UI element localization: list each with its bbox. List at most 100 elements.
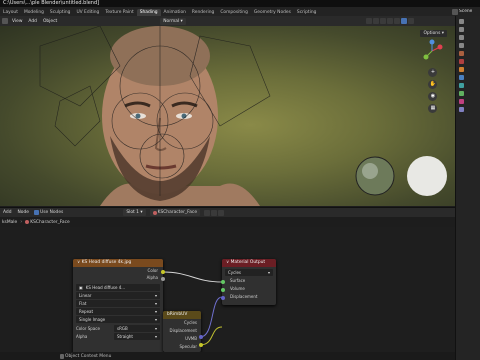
texture-icon[interactable] [459, 107, 464, 112]
tool-icon[interactable] [459, 19, 464, 24]
left-iris [135, 113, 141, 119]
pan-hand-icon[interactable]: ✋ [428, 80, 438, 89]
extension-dropdown[interactable]: Repeat ▾ [76, 308, 160, 315]
breadcrumb-object[interactable]: ksMale [2, 220, 17, 225]
constraint-icon[interactable] [459, 91, 464, 96]
output-target-dropdown[interactable]: Cycles ▾ [225, 269, 273, 276]
mouse-right-icon [60, 353, 64, 359]
editor-type-icon[interactable] [2, 18, 8, 24]
scene-label: Scene [459, 9, 473, 14]
rendered-shading-icon[interactable] [400, 18, 407, 24]
tab-layout[interactable]: Layout [0, 9, 21, 16]
orientation-dropdown[interactable]: Normal ▾ [160, 17, 186, 25]
solid-shading-icon[interactable] [386, 18, 393, 24]
group-row-cycles: Cycles [183, 320, 197, 325]
xray-icon[interactable] [372, 18, 379, 24]
breadcrumb: ksMale › KSCharacter_Face [0, 217, 300, 227]
workspace-tabs: Layout Modeling Sculpting UV Editing Tex… [0, 7, 410, 16]
output-color-label: Color [147, 268, 158, 273]
color-output-socket[interactable] [161, 270, 165, 274]
projection-dropdown[interactable]: Flat ▾ [76, 300, 160, 307]
world-icon[interactable] [459, 59, 464, 64]
collapse-chevron-icon[interactable]: ∨ [226, 260, 229, 265]
breadcrumb-chevron-icon: › [20, 219, 23, 225]
use-nodes-toggle[interactable]: Use Nodes [33, 210, 63, 215]
image-texture-node[interactable]: ∨ KS Head diffuse 4k.jpg Color Alpha ▣ K… [73, 259, 163, 352]
camera-icon[interactable]: ◉ [428, 92, 438, 101]
title-bar: C:\Users\...\ple Blender\untitled.blend] [0, 0, 480, 7]
breadcrumb-material[interactable]: KSCharacter_Face [30, 220, 69, 225]
window-title: C:\Users\...\ple Blender\untitled.blend] [3, 0, 100, 6]
output-node-header[interactable]: ∨ Material Output [222, 259, 276, 267]
tab-sculpting[interactable]: Sculpting [47, 9, 74, 16]
group-node[interactable]: bRimbUV Cycles Displacement UVMB Specula… [163, 311, 201, 352]
alpha-mode-dropdown[interactable]: Straight ▾ [114, 332, 160, 340]
group-output-socket[interactable] [199, 335, 203, 339]
material-output-node[interactable]: ∨ Material Output Cycles ▾ Surface Volume… [222, 259, 276, 305]
view-layer-icon[interactable] [459, 43, 464, 48]
menu-object[interactable]: Object [40, 18, 60, 25]
hdri-diffuse-sphere [407, 156, 447, 196]
output-icon[interactable] [459, 35, 464, 40]
unlink-x-icon[interactable] [218, 209, 225, 216]
tab-geometry-nodes[interactable]: Geometry Nodes [251, 9, 294, 16]
viewport-toggles [365, 18, 415, 24]
options-dropdown[interactable]: Options ▾ [420, 30, 447, 37]
viewport-scene [39, 26, 447, 206]
axis-gizmo-icon[interactable] [420, 39, 444, 63]
material-selector[interactable]: KSCharacter_Face [149, 209, 201, 216]
color-space-dropdown[interactable]: sRGB ▾ [114, 324, 160, 332]
duplicate-material-icon[interactable] [211, 209, 218, 216]
menu-add[interactable]: Add [25, 18, 40, 25]
scene-selector[interactable]: Scene [410, 7, 480, 16]
displacement-input-socket[interactable] [221, 296, 225, 300]
object-icon[interactable] [459, 67, 464, 72]
group-output-socket-2[interactable] [199, 343, 203, 347]
menu-view[interactable]: View [9, 18, 25, 25]
node-editor-canvas[interactable]: ∨ KS Head diffuse 4k.jpg Color Alpha ▣ K… [0, 227, 455, 352]
menu-node-add[interactable]: Add [0, 209, 15, 216]
viewport-header: View Add Object Normal ▾ [0, 16, 455, 26]
source-dropdown[interactable]: Single Image ▾ [76, 316, 160, 323]
wireframe-shading-icon[interactable] [379, 18, 386, 24]
material-shading-icon[interactable] [393, 18, 400, 24]
material-icon[interactable] [459, 99, 464, 104]
render-icon[interactable] [459, 27, 464, 32]
group-row-uvmb: UVMB [185, 336, 197, 341]
scene-icon[interactable] [459, 51, 464, 56]
perspective-grid-icon[interactable]: ▦ [428, 104, 438, 113]
overlay-icon[interactable] [365, 18, 372, 24]
tab-shading[interactable]: Shading [136, 8, 161, 16]
alpha-output-socket[interactable] [161, 277, 165, 281]
shading-options-icon[interactable] [407, 18, 414, 24]
tab-compositing[interactable]: Compositing [217, 9, 251, 16]
surface-input-socket[interactable] [221, 280, 225, 284]
image-selector[interactable]: ▣ KS Head diffuse 4... [76, 284, 160, 291]
material-sphere-icon [25, 220, 30, 224]
physics-icon[interactable] [459, 83, 464, 88]
orientation-value: Normal [163, 18, 180, 24]
viewport-3d[interactable]: Options ▾ + ✋ ◉ ▦ [0, 26, 455, 206]
tab-rendering[interactable]: Rendering [189, 9, 217, 16]
scene-icon [452, 8, 458, 15]
tab-animation[interactable]: Animation [161, 9, 189, 16]
material-actions [204, 209, 225, 216]
input-surface-label: Surface [230, 278, 246, 283]
menu-node-node[interactable]: Node [15, 209, 32, 216]
checkbox-checked-icon[interactable] [33, 210, 39, 215]
tab-uv-editing[interactable]: UV Editing [73, 9, 102, 16]
image-node-header[interactable]: ∨ KS Head diffuse 4k.jpg [73, 259, 163, 267]
tab-texture-paint[interactable]: Texture Paint [102, 9, 136, 16]
slot-dropdown[interactable]: Slot 1 ▾ [123, 209, 146, 216]
collapse-chevron-icon[interactable]: ∨ [77, 260, 80, 265]
zoom-icon[interactable]: + [428, 68, 438, 77]
interpolation-dropdown[interactable]: Linear ▾ [76, 292, 160, 299]
tab-modeling[interactable]: Modeling [21, 9, 47, 16]
fake-user-shield-icon[interactable] [204, 209, 211, 216]
group-node-header[interactable]: bRimbUV [163, 311, 201, 319]
modifier-wrench-icon[interactable] [459, 75, 464, 80]
volume-input-socket[interactable] [221, 288, 225, 292]
tab-scripting[interactable]: Scripting [294, 9, 320, 16]
viewport-gizmo: Options ▾ + ✋ ◉ ▦ [420, 30, 447, 116]
node-editor-header: Add Node Use Nodes Slot 1 ▾ KSCharacter_… [0, 207, 455, 217]
